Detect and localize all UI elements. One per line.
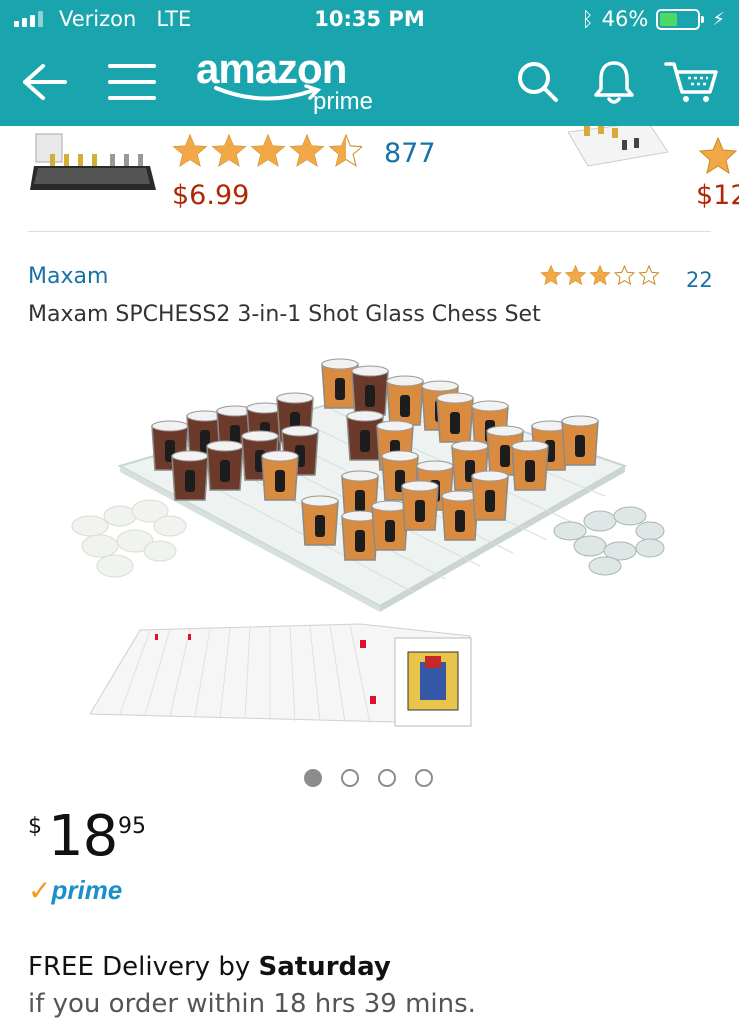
status-bar: Verizon LTE 10:35 PM ᛒ 46% ⚡: [0, 0, 739, 40]
price-currency: $: [28, 814, 42, 839]
shot-glass: [301, 495, 339, 546]
search-icon[interactable]: [510, 54, 566, 110]
delivery-prefix: FREE Delivery by: [28, 952, 259, 982]
bell-icon[interactable]: [586, 54, 642, 110]
product-title: Maxam SPCHESS2 3-in-1 Shot Glass Chess S…: [28, 302, 541, 327]
review-count[interactable]: 22: [686, 268, 713, 292]
shot-glass: [206, 440, 244, 491]
image-carousel-dots: [304, 769, 433, 787]
logo-smile-icon: [214, 84, 322, 101]
previous-product-row: 877 $6.99 $12: [0, 126, 739, 231]
prev-star-fill-3: [251, 135, 285, 166]
battery-icon: [656, 8, 705, 30]
battery-percent: 46%: [601, 7, 649, 31]
shot-glass: [441, 490, 479, 541]
prod-star-4: [613, 264, 636, 286]
shot-glass: [436, 392, 474, 443]
price-fraction: 95: [118, 814, 146, 839]
logo-prime: prime: [313, 88, 374, 115]
carousel-dot-1[interactable]: [304, 769, 322, 787]
delivery-day: Saturday: [258, 952, 391, 982]
status-right: ᛒ 46% ⚡: [582, 7, 725, 31]
prod-star-5: [638, 264, 660, 286]
shot-glass: [171, 450, 209, 501]
next-product-image[interactable]: [567, 126, 669, 172]
prod-star-fill-2: [566, 266, 585, 285]
delivery-condition: if you order within 18 hrs 39 mins.: [28, 989, 476, 1019]
app-header: Verizon LTE 10:35 PM ᛒ 46% ⚡ amazon prim…: [0, 0, 739, 126]
carousel-dot-3[interactable]: [378, 769, 396, 787]
prev-star-fill-1: [173, 135, 207, 166]
menu-icon[interactable]: [104, 54, 160, 110]
shot-glass: [261, 450, 299, 501]
previous-price: $6.99: [172, 180, 250, 211]
charging-icon: ⚡: [712, 8, 725, 30]
prime-label: prime: [51, 874, 123, 905]
prev-star-fill-2: [212, 135, 246, 166]
carousel-dot-2[interactable]: [341, 769, 359, 787]
delivery-info: FREE Delivery by Saturday: [28, 952, 391, 982]
section-divider: [28, 231, 711, 232]
next-rating-star-icon: [698, 136, 738, 180]
prime-check-icon: ✓: [28, 873, 52, 907]
prev-star-fill-4: [290, 135, 324, 166]
amazon-prime-logo[interactable]: amazon prime: [196, 48, 396, 118]
shot-glass: [561, 415, 599, 466]
shot-glass: [351, 365, 389, 416]
prod-star-fill-1: [541, 266, 561, 285]
bluetooth-icon: ᛒ: [581, 7, 594, 31]
rating-stars[interactable]: [540, 264, 664, 293]
previous-product-image[interactable]: [30, 126, 160, 196]
shot-glass: [401, 480, 439, 531]
back-arrow-icon[interactable]: [16, 54, 72, 110]
carousel-dot-4[interactable]: [415, 769, 433, 787]
shot-glass: [371, 500, 409, 551]
product-image[interactable]: [60, 336, 680, 746]
price-whole: 18: [48, 804, 118, 869]
cart-icon[interactable]: [664, 54, 720, 110]
shot-glass: [386, 375, 424, 426]
prime-badge: ✓ prime: [28, 873, 122, 907]
shot-glass: [511, 440, 549, 491]
brand-link[interactable]: Maxam: [28, 264, 108, 289]
next-price: $12: [696, 180, 739, 211]
shot-glass: [471, 470, 509, 521]
previous-rating-stars: [172, 133, 364, 178]
previous-review-count[interactable]: 877: [384, 138, 436, 169]
prod-star-fill-3: [590, 266, 610, 285]
